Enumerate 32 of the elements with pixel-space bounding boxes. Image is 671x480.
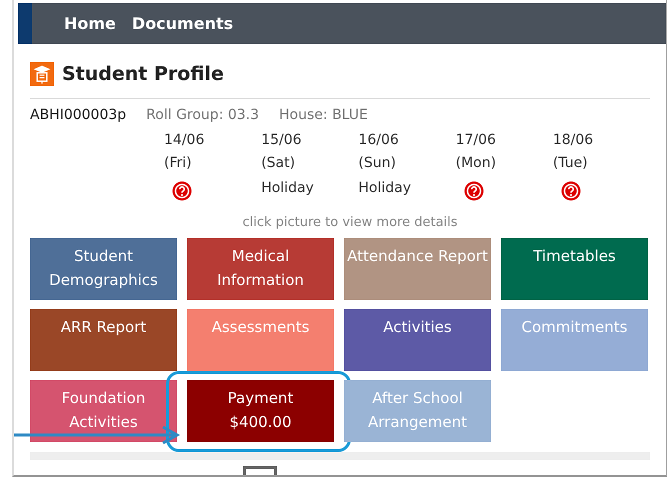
profile-tile[interactable]: ARR Report (30, 309, 177, 371)
day-status: Holiday (358, 179, 412, 198)
profile-tile[interactable]: Payment $400.00 (187, 380, 334, 442)
date-label: 14/06 (164, 131, 204, 150)
roll-group: Roll Group: 03.3 (146, 107, 260, 123)
weekday-label: (Sat) (261, 154, 296, 173)
weekday-label: (Tue) (552, 154, 588, 173)
date-label: 15/06 (261, 131, 302, 150)
student-id: ABHI000003p (30, 107, 126, 123)
question-icon[interactable] (560, 181, 581, 201)
weekday-label: (Sun) (358, 154, 396, 173)
house-label: House: BLUE (279, 107, 368, 123)
hint-text: click picture to view more details (241, 215, 459, 230)
page-title: Student Profile (62, 63, 224, 85)
question-icon[interactable] (172, 181, 192, 201)
profile-tile[interactable]: Student Demographics (30, 238, 177, 300)
profile-tile[interactable]: Medical Information (187, 238, 334, 300)
question-icon[interactable] (464, 181, 484, 201)
nav-accent-bar (18, 3, 32, 44)
profile-tile[interactable]: Timetables (501, 238, 648, 300)
date-label: 16/06 (358, 131, 399, 150)
nav-link[interactable]: Home (64, 14, 116, 33)
weekday-label: (Mon) (456, 154, 496, 173)
graduation-cap-icon (30, 62, 54, 86)
profile-tile[interactable]: Activities (344, 309, 491, 371)
nav-link[interactable]: Documents (132, 14, 234, 33)
profile-tile[interactable]: Foundation Activities (30, 380, 177, 442)
date-label: 18/06 (552, 131, 594, 150)
day-status: Holiday (261, 179, 314, 198)
horizontal-scrollbar[interactable] (30, 452, 650, 460)
weekday-label: (Fri) (164, 154, 192, 173)
date-label: 17/06 (456, 131, 496, 150)
